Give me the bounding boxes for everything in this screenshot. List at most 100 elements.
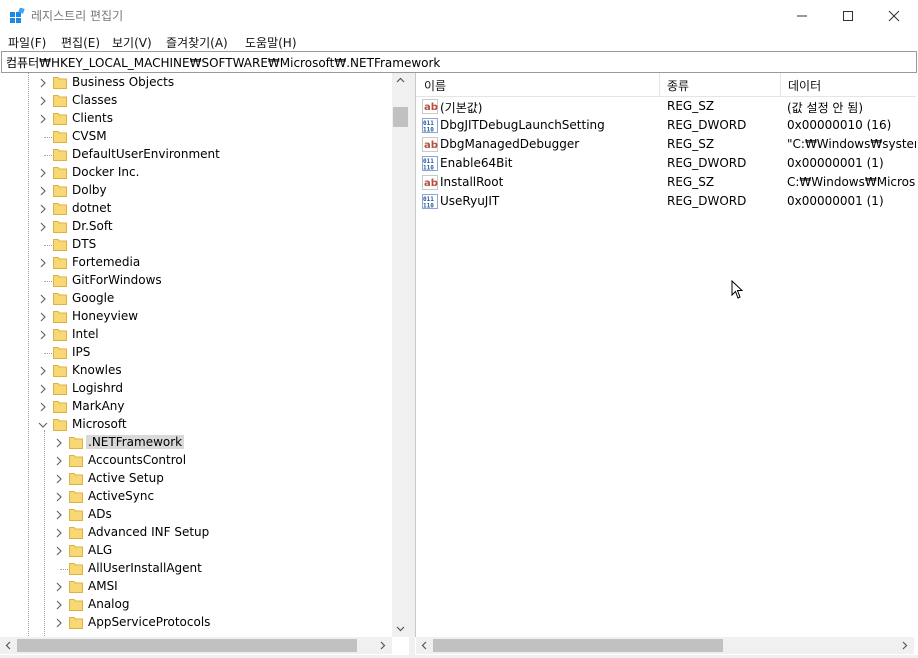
minimize-button[interactable]: [779, 0, 825, 31]
chevron-right-icon[interactable]: [38, 311, 48, 323]
tree-item-label: Classes: [72, 93, 118, 107]
folder-icon: [53, 95, 67, 107]
menu-edit[interactable]: 편집(E): [61, 34, 100, 51]
scroll-left-icon[interactable]: [5, 641, 11, 650]
chevron-right-icon[interactable]: [54, 581, 64, 593]
tree-item[interactable]: Classes: [0, 92, 392, 110]
tree-item[interactable]: Clients: [0, 110, 392, 128]
scroll-right-icon[interactable]: [380, 641, 386, 650]
chevron-right-icon[interactable]: [38, 113, 48, 125]
tree-item[interactable]: Business Objects: [0, 74, 392, 92]
chevron-right-icon[interactable]: [38, 383, 48, 395]
list-horizontal-scroll-thumb[interactable]: [433, 639, 723, 652]
column-header-name[interactable]: 이름: [424, 77, 446, 94]
tree-item[interactable]: Dr.Soft: [0, 218, 392, 236]
column-divider[interactable]: [659, 73, 660, 96]
tree-item[interactable]: ALG: [0, 542, 392, 560]
value-list[interactable]: 이름 종류 데이터 ab (기본값) REG_SZ (값 설정 안 됨) 011 110 D…: [415, 73, 916, 637]
value-row[interactable]: 011 110 DbgJITDebugLaunchSetting REG_DWORD 0…: [416, 116, 916, 135]
close-button[interactable]: [871, 0, 917, 31]
chevron-right-icon[interactable]: [38, 329, 48, 341]
chevron-right-icon[interactable]: [38, 221, 48, 233]
column-header-type[interactable]: 종류: [667, 77, 689, 94]
tree-item[interactable]: GitForWindows: [0, 272, 392, 290]
chevron-right-icon[interactable]: [54, 473, 64, 485]
tree-item[interactable]: Honeyview: [0, 308, 392, 326]
address-bar[interactable]: 컴퓨터₩HKEY_LOCAL_MACHINE₩SOFTWARE₩Microsof…: [1, 51, 917, 73]
menu-favorites[interactable]: 즐겨찾기(A): [166, 34, 228, 51]
value-name: InstallRoot: [440, 175, 504, 189]
chevron-right-icon[interactable]: [38, 257, 48, 269]
chevron-right-icon[interactable]: [54, 599, 64, 611]
tree-item[interactable]: CVSM: [0, 128, 392, 146]
tree-vertical-scrollbar[interactable]: [392, 73, 409, 637]
folder-icon: [53, 77, 67, 89]
chevron-right-icon[interactable]: [38, 77, 48, 89]
tree-item[interactable]: DefaultUserEnvironment: [0, 146, 392, 164]
value-row[interactable]: ab (기본값) REG_SZ (값 설정 안 됨): [416, 97, 916, 116]
maximize-button[interactable]: [825, 0, 871, 31]
tree-item[interactable]: Active Setup: [0, 470, 392, 488]
scroll-down-icon[interactable]: [396, 626, 405, 632]
chevron-right-icon[interactable]: [54, 617, 64, 629]
chevron-right-icon[interactable]: [54, 491, 64, 503]
tree-item[interactable]: ActiveSync: [0, 488, 392, 506]
chevron-right-icon[interactable]: [38, 365, 48, 377]
menu-help[interactable]: 도움말(H): [245, 34, 297, 51]
key-tree[interactable]: Business Objects Classes Clients CVSM Defaul…: [0, 73, 410, 656]
menu-file[interactable]: 파일(F): [8, 34, 46, 51]
tree-horizontal-scroll-thumb[interactable]: [17, 639, 357, 652]
tree-item[interactable]: Fortemedia: [0, 254, 392, 272]
chevron-right-icon[interactable]: [38, 401, 48, 413]
chevron-right-icon[interactable]: [54, 509, 64, 521]
folder-icon: [53, 383, 67, 395]
tree-item[interactable]: Logishrd: [0, 380, 392, 398]
chevron-right-icon[interactable]: [38, 185, 48, 197]
tree-item[interactable]: dotnet: [0, 200, 392, 218]
scroll-right-icon[interactable]: [902, 641, 908, 650]
tree-item[interactable]: .NETFramework: [0, 434, 392, 452]
chevron-right-icon[interactable]: [38, 167, 48, 179]
tree-item[interactable]: Knowles: [0, 362, 392, 380]
tree-horizontal-scrollbar[interactable]: [0, 637, 392, 654]
maximize-icon: [843, 10, 853, 21]
tree-item[interactable]: Intel: [0, 326, 392, 344]
tree-item[interactable]: Advanced INF Setup: [0, 524, 392, 542]
column-divider[interactable]: [780, 73, 781, 96]
chevron-right-icon[interactable]: [38, 203, 48, 215]
scroll-up-icon[interactable]: [396, 77, 405, 83]
scroll-left-icon[interactable]: [421, 641, 427, 650]
chevron-right-icon[interactable]: [54, 455, 64, 467]
chevron-right-icon[interactable]: [38, 293, 48, 305]
tree-item[interactable]: Analog: [0, 596, 392, 614]
tree-item[interactable]: AMSI: [0, 578, 392, 596]
tree-item[interactable]: AccountsControl: [0, 452, 392, 470]
tree-item[interactable]: AppServiceProtocols: [0, 614, 392, 632]
tree-connector-line: [44, 155, 52, 156]
menu-view[interactable]: 보기(V): [112, 34, 152, 51]
value-row[interactable]: abInstallRoot REG_SZ C:₩Windows₩Microsoft: [416, 173, 916, 192]
chevron-right-icon[interactable]: [54, 437, 64, 449]
value-row[interactable]: ab DbgManagedDebugger REG_SZ "C:₩Windows₩sy…: [416, 135, 916, 154]
tree-item[interactable]: IPS: [0, 344, 392, 362]
tree-item-label: ALG: [88, 543, 113, 557]
column-header-data[interactable]: 데이터: [788, 77, 821, 94]
tree-item[interactable]: Google: [0, 290, 392, 308]
chevron-right-icon[interactable]: [54, 545, 64, 557]
chevron-down-icon[interactable]: [38, 419, 48, 431]
tree-item[interactable]: MarkAny: [0, 398, 392, 416]
list-horizontal-scrollbar[interactable]: [416, 637, 914, 654]
folder-icon: [53, 329, 67, 341]
tree-item[interactable]: AllUserInstallAgent: [0, 560, 392, 578]
value-row[interactable]: 011 110 UseRyuJIT REG_DWORD 0x00000001 (1): [416, 192, 916, 211]
tree-item[interactable]: ADs: [0, 506, 392, 524]
chevron-right-icon[interactable]: [38, 95, 48, 107]
tree-item-label: Advanced INF Setup: [88, 525, 210, 539]
tree-item[interactable]: Dolby: [0, 182, 392, 200]
tree-item[interactable]: Microsoft: [0, 416, 392, 434]
tree-vertical-scroll-thumb[interactable]: [393, 107, 408, 127]
tree-item[interactable]: DTS: [0, 236, 392, 254]
chevron-right-icon[interactable]: [54, 527, 64, 539]
value-row[interactable]: 011 110 Enable64Bit REG_DWORD 0x00000001 (1): [416, 154, 916, 173]
tree-item[interactable]: Docker Inc.: [0, 164, 392, 182]
